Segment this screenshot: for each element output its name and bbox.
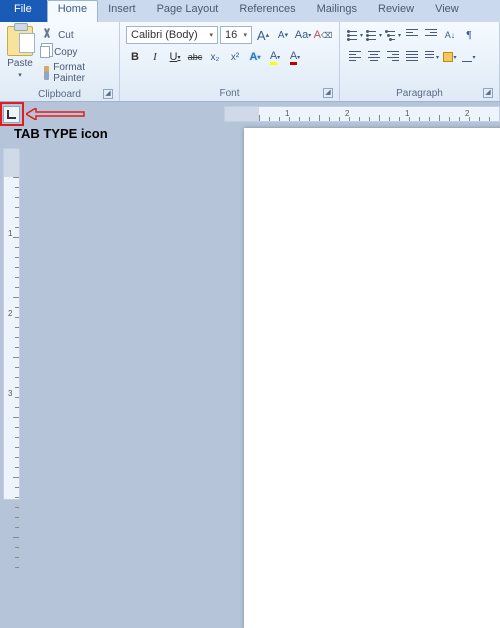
- chevron-down-icon: ▾: [18, 71, 22, 79]
- increase-indent-button[interactable]: [422, 26, 440, 44]
- tab-page-layout[interactable]: Page Layout: [147, 0, 230, 22]
- align-right-icon: [385, 49, 401, 65]
- outdent-icon: [404, 27, 420, 43]
- line-spacing-button[interactable]: ▾: [422, 48, 440, 66]
- annotation-label: TAB TYPE icon: [14, 126, 108, 141]
- font-color-button[interactable]: A▾: [286, 48, 304, 66]
- numbering-icon: [366, 26, 379, 44]
- strikethrough-button[interactable]: abc: [186, 48, 204, 66]
- change-case-button[interactable]: Aa▾: [294, 26, 312, 44]
- font-name-select[interactable]: Calibri (Body)▾: [126, 26, 218, 44]
- group-paragraph-title: Paragraph: [396, 88, 443, 99]
- group-paragraph: ▾ ▾ ▾ A↓ ¶ ▾ ▾ ▾ Paragraph ◢: [340, 22, 500, 101]
- multilevel-icon: [385, 26, 398, 44]
- italic-button[interactable]: I: [146, 48, 164, 66]
- bullets-button[interactable]: ▾: [346, 26, 364, 44]
- group-font-title: Font: [219, 88, 239, 99]
- multilevel-button[interactable]: ▾: [384, 26, 402, 44]
- align-left-icon: [347, 49, 363, 65]
- group-clipboard-title: Clipboard: [38, 89, 81, 100]
- align-left-button[interactable]: [346, 48, 364, 66]
- subscript-button[interactable]: x₂: [206, 48, 224, 66]
- align-center-icon: [366, 49, 382, 65]
- copy-button[interactable]: Copy: [38, 45, 113, 59]
- superscript-button[interactable]: x²: [226, 48, 244, 66]
- paragraph-dialog-launcher[interactable]: ◢: [483, 88, 493, 98]
- font-dialog-launcher[interactable]: ◢: [323, 88, 333, 98]
- document-page[interactable]: [244, 128, 500, 628]
- ribbon: Paste ▾ Cut Copy Format Painter Clipboar…: [0, 22, 500, 102]
- justify-button[interactable]: [403, 48, 421, 66]
- cut-icon: [40, 28, 54, 42]
- border-icon: [462, 52, 472, 62]
- tab-references[interactable]: References: [229, 0, 306, 22]
- bold-button[interactable]: B: [126, 48, 144, 66]
- paste-icon: [7, 26, 33, 56]
- highlight-button[interactable]: A▾: [266, 48, 284, 66]
- horizontal-ruler[interactable]: 1 2 1 2: [224, 106, 500, 122]
- format-painter-button[interactable]: Format Painter: [38, 61, 113, 85]
- shrink-font-button[interactable]: A▾: [274, 26, 292, 44]
- shading-button[interactable]: ▾: [441, 48, 459, 66]
- paste-button[interactable]: Paste ▾: [4, 24, 36, 79]
- chevron-down-icon: ▾: [205, 31, 213, 39]
- align-center-button[interactable]: [365, 48, 383, 66]
- brush-icon: [44, 66, 49, 80]
- text-effects-button[interactable]: A▾: [246, 48, 264, 66]
- decrease-indent-button[interactable]: [403, 26, 421, 44]
- group-font: Calibri (Body)▾ 16▾ A▴ A▾ Aa▾ A⌫ B I U▾ …: [120, 22, 340, 101]
- sort-button[interactable]: A↓: [441, 26, 459, 44]
- clear-formatting-button[interactable]: A⌫: [314, 26, 332, 44]
- tab-stop-icon: [7, 110, 16, 119]
- tab-mailings[interactable]: Mailings: [307, 0, 368, 22]
- borders-button[interactable]: ▾: [460, 48, 478, 66]
- bullets-icon: [347, 26, 360, 44]
- font-size-select[interactable]: 16▾: [220, 26, 252, 44]
- tab-review[interactable]: Review: [368, 0, 425, 22]
- clipboard-dialog-launcher[interactable]: ◢: [103, 89, 113, 99]
- paste-label: Paste: [7, 58, 33, 69]
- align-right-button[interactable]: [384, 48, 402, 66]
- spacing-icon: [423, 49, 436, 65]
- bucket-icon: [443, 52, 453, 62]
- ribbon-tabs: File Home Insert Page Layout References …: [0, 0, 500, 22]
- cut-button[interactable]: Cut: [38, 27, 113, 43]
- numbering-button[interactable]: ▾: [365, 26, 383, 44]
- tab-file[interactable]: File: [0, 0, 47, 22]
- indent-icon: [423, 27, 439, 43]
- chevron-down-icon: ▾: [239, 31, 247, 39]
- tab-insert[interactable]: Insert: [98, 0, 147, 22]
- group-clipboard: Paste ▾ Cut Copy Format Painter Clipboar…: [0, 22, 120, 101]
- tab-view[interactable]: View: [425, 0, 470, 22]
- copy-icon: [40, 46, 50, 58]
- underline-button[interactable]: U▾: [166, 48, 184, 66]
- justify-icon: [404, 49, 420, 65]
- grow-font-button[interactable]: A▴: [254, 26, 272, 44]
- tab-home[interactable]: Home: [47, 0, 98, 22]
- tab-type-selector[interactable]: [3, 106, 20, 123]
- show-marks-button[interactable]: ¶: [460, 26, 478, 44]
- vertical-ruler[interactable]: 1 2 3: [3, 148, 20, 500]
